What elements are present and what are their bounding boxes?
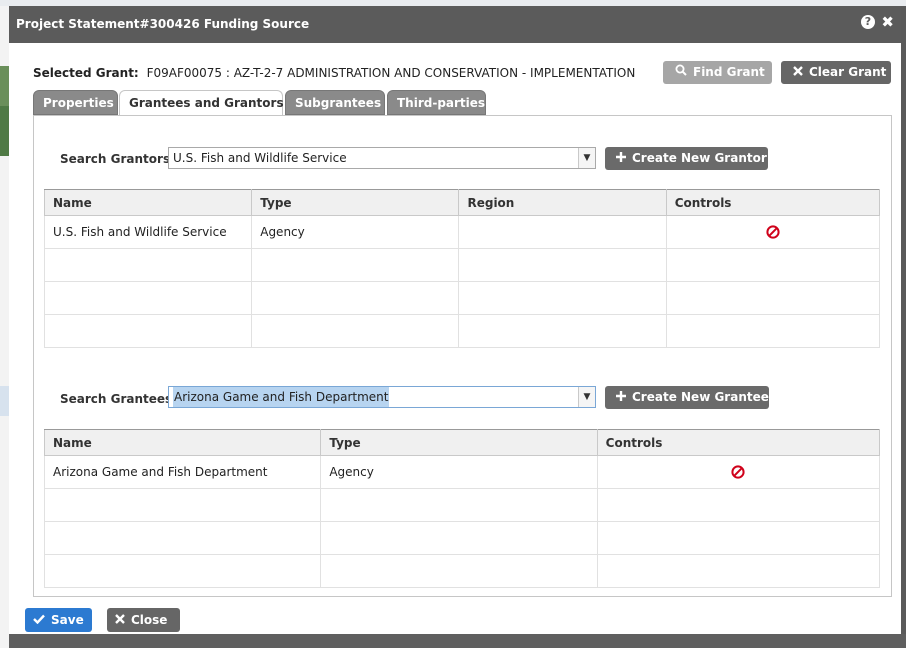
chevron-down-icon[interactable]: ▼ bbox=[578, 148, 595, 168]
column-header-controls: Controls bbox=[665, 189, 881, 216]
grantee-controls-cell bbox=[596, 455, 881, 489]
selected-grant-label: Selected Grant: bbox=[33, 66, 139, 80]
dialog-titlebar: Project Statement#300426 Funding Source … bbox=[9, 6, 901, 43]
grantor-select-value: U.S. Fish and Wildlife Service bbox=[173, 151, 347, 165]
background-strip bbox=[0, 66, 9, 106]
checkmark-icon bbox=[33, 608, 45, 632]
column-header-name[interactable]: Name bbox=[43, 429, 322, 456]
funding-source-dialog: Project Statement#300426 Funding Source … bbox=[9, 6, 901, 634]
tab-panel: Search Grantors U.S. Fish and Wildlife S… bbox=[33, 115, 892, 597]
create-new-grantee-label: Create New Grantee bbox=[632, 390, 769, 404]
search-grantors-label: Search Grantors bbox=[60, 152, 171, 166]
background-app-footer bbox=[9, 634, 906, 648]
table-row[interactable]: U.S. Fish and Wildlife Service Agency bbox=[43, 215, 881, 249]
table-row-empty bbox=[43, 554, 881, 588]
x-icon bbox=[115, 608, 125, 632]
table-row-empty bbox=[43, 314, 881, 348]
selected-grant: Selected Grant: F09AF00075 : AZ-T-2-7 AD… bbox=[33, 66, 635, 80]
table-row[interactable]: Arizona Game and Fish Department Agency bbox=[43, 455, 881, 489]
selected-grant-value: F09AF00075 : AZ-T-2-7 ADMINISTRATION AND… bbox=[146, 66, 636, 80]
column-header-name[interactable]: Name bbox=[43, 189, 253, 216]
create-new-grantor-label: Create New Grantor bbox=[632, 151, 767, 165]
tab-grantees-and-grantors[interactable]: Grantees and Grantors bbox=[119, 90, 284, 116]
clear-grant-button[interactable]: Clear Grant bbox=[781, 61, 891, 84]
save-button[interactable]: Save bbox=[25, 608, 92, 632]
help-icon[interactable]: ? bbox=[861, 15, 875, 29]
create-new-grantor-button[interactable]: Create New Grantor bbox=[605, 147, 768, 170]
save-label: Save bbox=[51, 613, 84, 627]
table-header-row: Name Type Controls bbox=[43, 429, 881, 456]
background-strip bbox=[0, 106, 9, 156]
remove-icon[interactable] bbox=[731, 465, 745, 479]
background-strip bbox=[0, 386, 9, 416]
background-scroll-edge bbox=[901, 6, 906, 648]
grantee-select-value: Arizona Game and Fish Department bbox=[173, 387, 390, 407]
column-header-controls: Controls bbox=[596, 429, 881, 456]
tab-properties[interactable]: Properties bbox=[33, 90, 118, 115]
remove-icon[interactable] bbox=[766, 225, 780, 239]
table-row-empty bbox=[43, 248, 881, 282]
column-header-type[interactable]: Type bbox=[320, 429, 598, 456]
table-header-row: Name Type Region Controls bbox=[43, 189, 881, 216]
grantor-name-cell: U.S. Fish and Wildlife Service bbox=[43, 215, 253, 249]
find-grant-button[interactable]: Find Grant bbox=[663, 61, 772, 84]
grantee-type-cell: Agency bbox=[320, 455, 598, 489]
clear-grant-label: Clear Grant bbox=[809, 65, 887, 79]
close-label: Close bbox=[131, 613, 168, 627]
column-header-type[interactable]: Type bbox=[251, 189, 460, 216]
tab-third-parties[interactable]: Third-parties bbox=[387, 90, 486, 115]
plus-icon bbox=[616, 386, 626, 409]
table-row-empty bbox=[43, 281, 881, 315]
column-header-region[interactable]: Region bbox=[458, 189, 667, 216]
grantee-select[interactable]: Arizona Game and Fish Department ▼ bbox=[168, 386, 596, 408]
grantor-region-cell bbox=[458, 215, 667, 249]
search-grantees-label: Search Grantees bbox=[60, 392, 173, 406]
plus-icon bbox=[616, 147, 626, 170]
grantor-controls-cell bbox=[665, 215, 881, 249]
dialog-title: Project Statement#300426 Funding Source bbox=[16, 17, 310, 31]
tab-subgrantees[interactable]: Subgrantees bbox=[285, 90, 385, 115]
grantors-table: Name Type Region Controls U.S. Fish and … bbox=[43, 189, 881, 348]
create-new-grantee-button[interactable]: Create New Grantee bbox=[605, 386, 769, 409]
find-grant-label: Find Grant bbox=[693, 65, 765, 79]
search-icon bbox=[675, 61, 687, 84]
chevron-down-icon[interactable]: ▼ bbox=[578, 387, 595, 407]
close-button[interactable]: Close bbox=[107, 608, 180, 632]
table-row-empty bbox=[43, 488, 881, 522]
grantees-table: Name Type Controls Arizona Game and Fish… bbox=[43, 429, 881, 588]
x-icon bbox=[793, 61, 803, 84]
grantor-type-cell: Agency bbox=[251, 215, 460, 249]
grantor-select[interactable]: U.S. Fish and Wildlife Service ▼ bbox=[168, 147, 596, 169]
grantee-name-cell: Arizona Game and Fish Department bbox=[43, 455, 322, 489]
close-icon[interactable]: ✖ bbox=[881, 13, 894, 31]
table-row-empty bbox=[43, 521, 881, 555]
